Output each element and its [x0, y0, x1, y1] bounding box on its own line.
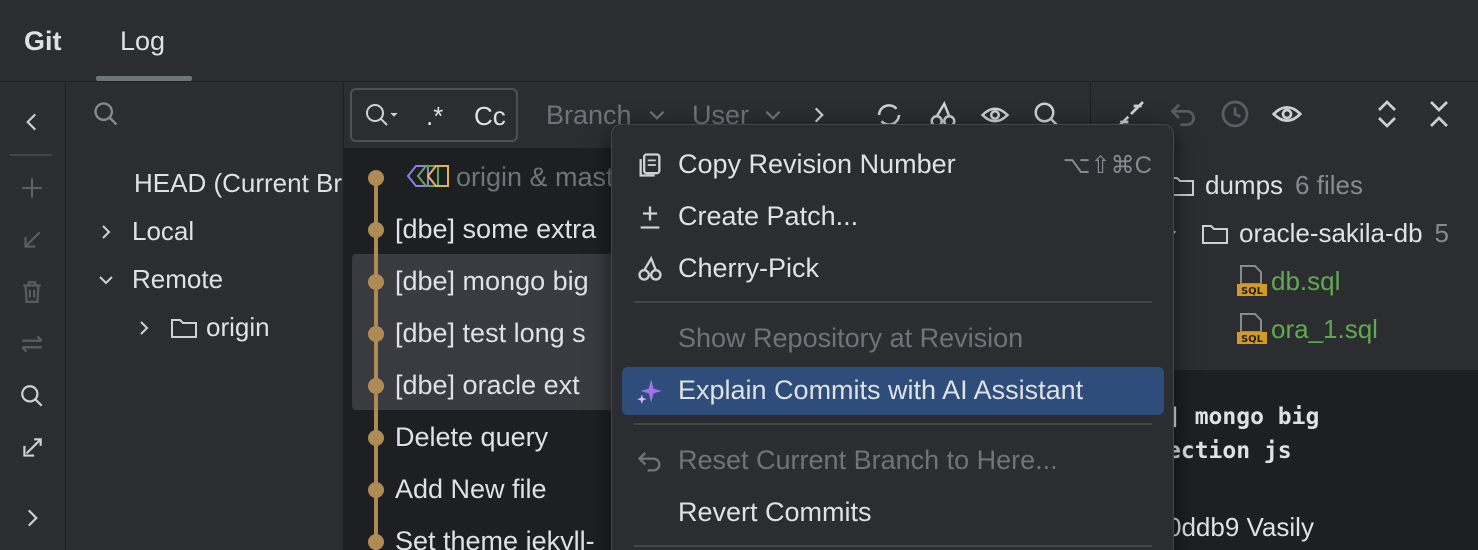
svg-text:SQL: SQL — [1241, 334, 1264, 345]
menu-item-copy-revision[interactable]: Copy Revision Number ⌥⇧⌘C — [622, 141, 1164, 189]
commit-message-line: ] mongo big — [1167, 404, 1320, 430]
update-icon[interactable] — [12, 428, 52, 468]
search-options-icon[interactable] — [364, 102, 400, 130]
dumps-count: 6 files — [1295, 170, 1363, 200]
svg-text:SQL: SQL — [1241, 286, 1264, 297]
chevron-down-icon[interactable] — [96, 270, 116, 290]
compare-icon[interactable] — [12, 324, 52, 364]
commit-node — [368, 534, 384, 550]
menu-item-reset-branch[interactable]: Reset Current Branch to Here... — [622, 437, 1164, 485]
tree-item-remote[interactable]: Remote — [96, 264, 223, 295]
tree-item-head[interactable]: HEAD (Current Branch) — [134, 168, 343, 199]
commit-row[interactable]: [dbe] test long s — [395, 318, 586, 349]
file-name: db.sql — [1271, 265, 1341, 296]
delete-icon[interactable] — [12, 272, 52, 312]
commit-message-line: ection js — [1167, 438, 1292, 464]
commit-node — [368, 274, 384, 290]
log-search-box[interactable]: .* Cc — [350, 88, 518, 142]
tab-git[interactable]: Git — [24, 26, 62, 57]
reset-icon — [637, 452, 661, 472]
origin-label: origin — [206, 312, 270, 342]
active-tab-indicator — [96, 76, 192, 81]
expand-all-icon[interactable] — [1371, 98, 1403, 130]
left-toolstrip — [0, 82, 66, 550]
commit-node — [368, 482, 384, 498]
match-case-toggle[interactable]: Cc — [474, 101, 506, 132]
menu-item-cherry-pick[interactable]: Cherry-Pick — [622, 245, 1164, 293]
commit-context-menu: Copy Revision Number ⌥⇧⌘C Create Patch..… — [611, 124, 1174, 550]
chevron-down-icon[interactable] — [762, 104, 784, 126]
menu-item-explain-commits-ai[interactable]: Explain Commits with AI Assistant — [622, 367, 1164, 415]
cherry-icon — [638, 255, 662, 281]
commit-row[interactable]: [dbe] oracle ext — [395, 370, 580, 401]
search-icon[interactable] — [12, 376, 52, 416]
patch-icon — [640, 206, 660, 229]
commit-row[interactable]: Set theme jekyll- — [395, 526, 595, 550]
commit-node — [368, 430, 384, 446]
menu-item-label: Reset Current Branch to Here... — [678, 445, 1058, 475]
tree-file-db-sql[interactable]: SQL db.sql — [1235, 264, 1340, 298]
branch-tag-icon — [406, 165, 449, 187]
tree-item-local[interactable]: Local — [96, 216, 194, 247]
folder-icon — [171, 318, 197, 338]
menu-item-shortcut: ⌥⇧⌘C — [1062, 152, 1152, 179]
file-name: ora_1.sql — [1271, 313, 1378, 344]
add-icon[interactable] — [12, 168, 52, 208]
menu-item-label: Show Repository at Revision — [678, 323, 1024, 353]
collapse-all-icon[interactable] — [1423, 98, 1455, 130]
branch-search-icon[interactable] — [92, 100, 120, 128]
folder-icon — [1202, 224, 1228, 244]
tree-item-origin[interactable]: origin — [134, 312, 270, 343]
folder-label: oracle-sakila-db — [1239, 218, 1423, 248]
commit-row[interactable]: [dbe] some extra — [395, 214, 596, 245]
remote-label: Remote — [132, 264, 224, 294]
menu-separator — [634, 301, 1152, 303]
dumps-label: dumps — [1205, 170, 1284, 200]
commit-row[interactable]: [dbe] mongo big — [395, 266, 589, 297]
commit-node — [368, 222, 384, 238]
tool-window-tabbar: Git Log — [0, 0, 1478, 82]
tree-file-ora-sql[interactable]: SQL ora_1.sql — [1235, 312, 1378, 346]
chevron-down-icon[interactable] — [646, 104, 668, 126]
sql-file-icon: SQL — [1237, 313, 1267, 345]
commit-row[interactable]: Add New file — [395, 474, 547, 505]
chevron-right-icon[interactable] — [96, 222, 116, 242]
menu-item-show-repository[interactable]: Show Repository at Revision — [622, 315, 1164, 363]
commit-node — [368, 326, 384, 342]
commit-hash-author: 0ddb9 Vasily — [1167, 512, 1314, 542]
menu-separator — [634, 545, 1152, 547]
tab-log[interactable]: Log — [120, 26, 165, 57]
collapse-left-icon[interactable] — [12, 102, 52, 142]
folder-count: 5 — [1434, 218, 1449, 248]
menu-item-label: Cherry-Pick — [678, 253, 820, 283]
undo-icon[interactable] — [1167, 98, 1199, 130]
copy-icon — [639, 153, 661, 177]
toolstrip-divider — [10, 154, 52, 156]
menu-item-revert-commits[interactable]: Revert Commits — [622, 489, 1164, 537]
menu-item-label: Revert Commits — [678, 497, 872, 527]
eye-icon[interactable] — [1271, 98, 1303, 130]
branch-tree-panel: HEAD (Current Branch) Local Remote origi… — [66, 82, 344, 550]
menu-item-label: Copy Revision Number — [678, 149, 956, 179]
menu-item-label: Explain Commits with AI Assistant — [678, 375, 1084, 405]
commit-node — [368, 378, 384, 394]
chevron-right-icon[interactable] — [134, 318, 154, 338]
menu-item-label: Create Patch... — [678, 201, 859, 231]
ai-sparkle-icon — [637, 379, 662, 404]
fetch-icon[interactable] — [12, 220, 52, 260]
sql-file-icon: SQL — [1237, 265, 1267, 297]
commit-row[interactable]: Delete query — [395, 422, 548, 453]
chevron-right-icon[interactable] — [808, 104, 830, 126]
menu-item-create-patch[interactable]: Create Patch... — [622, 193, 1164, 241]
head-label: HEAD (Current Branch) — [134, 168, 343, 198]
commit-node — [368, 170, 384, 186]
tree-item-dumps[interactable]: dumps 6 files — [1167, 170, 1363, 201]
regex-toggle[interactable]: .* — [426, 101, 443, 132]
expand-right-icon[interactable] — [12, 498, 52, 538]
local-label: Local — [132, 216, 195, 246]
menu-separator — [634, 423, 1152, 425]
history-icon[interactable] — [1219, 98, 1251, 130]
tree-item-oracle-sakila[interactable]: oracle-sakila-db 5 — [1161, 218, 1449, 249]
